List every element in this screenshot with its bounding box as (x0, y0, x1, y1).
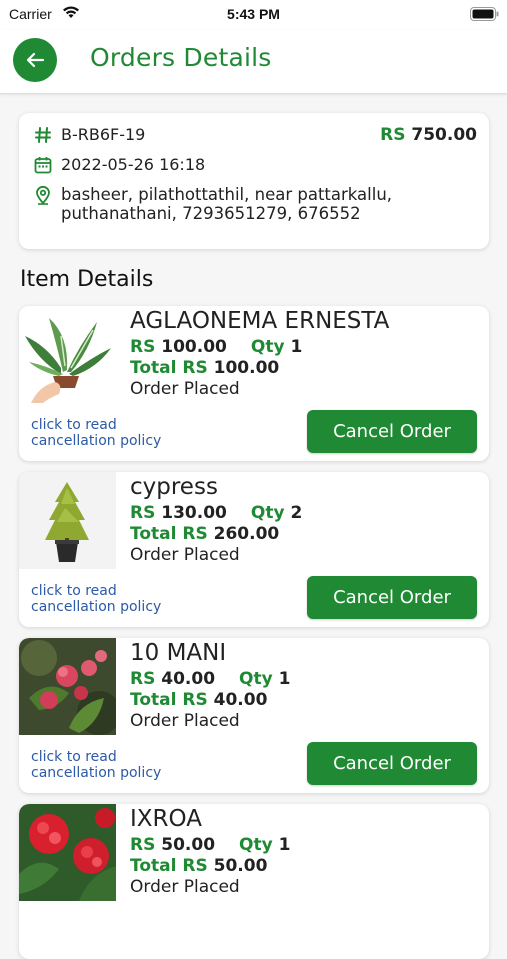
hash-icon (33, 125, 53, 145)
item-total: 50.00 (213, 856, 268, 876)
product-name: AGLAONEMA ERNESTA (130, 308, 390, 334)
qty-label: Qty (239, 669, 273, 689)
quantity: 1 (278, 835, 291, 855)
unit-price: 100.00 (161, 337, 227, 357)
total-rs-label: Total RS (130, 524, 208, 544)
order-total: 750.00 (411, 125, 477, 145)
policy-line-1: click to read (31, 583, 117, 599)
back-button[interactable] (13, 38, 57, 82)
product-name: cypress (130, 474, 218, 500)
page-title: Orders Details (90, 43, 272, 72)
status-bar: Carrier 5:43 PM (0, 0, 507, 30)
rs-label: RS (130, 835, 156, 855)
battery-icon (470, 7, 499, 21)
price-qty-line: RS 50.00 Qty 1 (130, 835, 290, 855)
product-name: 10 MANI (130, 640, 227, 666)
item-total: 100.00 (213, 358, 280, 378)
unit-price: 130.00 (161, 503, 227, 523)
total-line: Total RS 100.00 (130, 358, 279, 378)
cancel-order-button[interactable]: Cancel Order (307, 410, 477, 453)
rs-label: RS (130, 337, 156, 357)
order-amount: RS 750.00 (380, 125, 477, 145)
order-item-card: 10 MANI RS 40.00 Qty 1 Total RS 40.00 Ord… (19, 638, 489, 793)
product-image (19, 472, 116, 569)
order-datetime: 2022-05-26 16:18 (61, 155, 206, 174)
order-date-row: 2022-05-26 16:18 (33, 155, 205, 175)
order-status: Order Placed (130, 711, 240, 731)
order-item-card: AGLAONEMA ERNESTA RS 100.00 Qty 1 Total R… (19, 306, 489, 461)
quantity: 1 (278, 669, 291, 689)
total-rs-label: Total RS (130, 856, 208, 876)
order-item-card: IXROA RS 50.00 Qty 1 Total RS 50.00 Order… (19, 804, 489, 959)
product-image (19, 804, 116, 901)
order-status: Order Placed (130, 379, 240, 399)
order-status: Order Placed (130, 877, 240, 897)
app-header: Orders Details (0, 30, 507, 94)
order-summary-card: B-RB6F-19 RS 750.00 2022-05-26 16:18 bas… (19, 113, 489, 249)
policy-line-1: click to read (31, 417, 117, 433)
currency-label: RS (380, 125, 406, 145)
total-line: Total RS 260.00 (130, 524, 279, 544)
total-rs-label: Total RS (130, 358, 208, 378)
cancel-order-button[interactable]: Cancel Order (307, 576, 477, 619)
order-address: basheer, pilathottathil, near pattarkall… (61, 185, 393, 223)
cancellation-policy-link[interactable]: click to read cancellation policy (31, 417, 201, 449)
rs-label: RS (130, 503, 156, 523)
quantity: 1 (290, 337, 303, 357)
item-details-heading: Item Details (20, 267, 154, 292)
policy-line-2: cancellation policy (31, 599, 162, 615)
cancellation-policy-link[interactable]: click to read cancellation policy (31, 749, 201, 781)
order-id-row: B-RB6F-19 (33, 125, 145, 145)
total-line: Total RS 40.00 (130, 690, 267, 710)
total-rs-label: Total RS (130, 690, 208, 710)
order-address-row: basheer, pilathottathil, near pattarkall… (33, 185, 473, 223)
qty-label: Qty (250, 503, 285, 523)
price-qty-line: RS 100.00 Qty 1 (130, 337, 302, 357)
qty-label: Qty (250, 337, 285, 357)
policy-line-2: cancellation policy (31, 765, 162, 781)
quantity: 2 (290, 503, 303, 523)
item-total: 40.00 (213, 690, 268, 710)
arrow-left-icon (26, 52, 45, 68)
unit-price: 40.00 (161, 669, 216, 689)
qty-label: Qty (239, 835, 273, 855)
product-image (19, 306, 116, 403)
order-item-card: cypress RS 130.00 Qty 2 Total RS 260.00 O… (19, 472, 489, 627)
location-pin-icon (33, 185, 53, 205)
cancellation-policy-link[interactable]: click to read cancellation policy (31, 583, 201, 615)
cancel-order-button[interactable]: Cancel Order (307, 742, 477, 785)
rs-label: RS (130, 669, 156, 689)
price-qty-line: RS 40.00 Qty 1 (130, 669, 290, 689)
calendar-icon (33, 155, 53, 175)
item-total: 260.00 (213, 524, 280, 544)
unit-price: 50.00 (161, 835, 216, 855)
clock: 5:43 PM (227, 6, 280, 22)
policy-line-2: cancellation policy (31, 433, 162, 449)
order-id: B-RB6F-19 (61, 125, 146, 144)
policy-line-1: click to read (31, 749, 117, 765)
price-qty-line: RS 130.00 Qty 2 (130, 503, 302, 523)
product-image (19, 638, 116, 735)
total-line: Total RS 50.00 (130, 856, 267, 876)
product-name: IXROA (130, 806, 202, 832)
order-status: Order Placed (130, 545, 240, 565)
